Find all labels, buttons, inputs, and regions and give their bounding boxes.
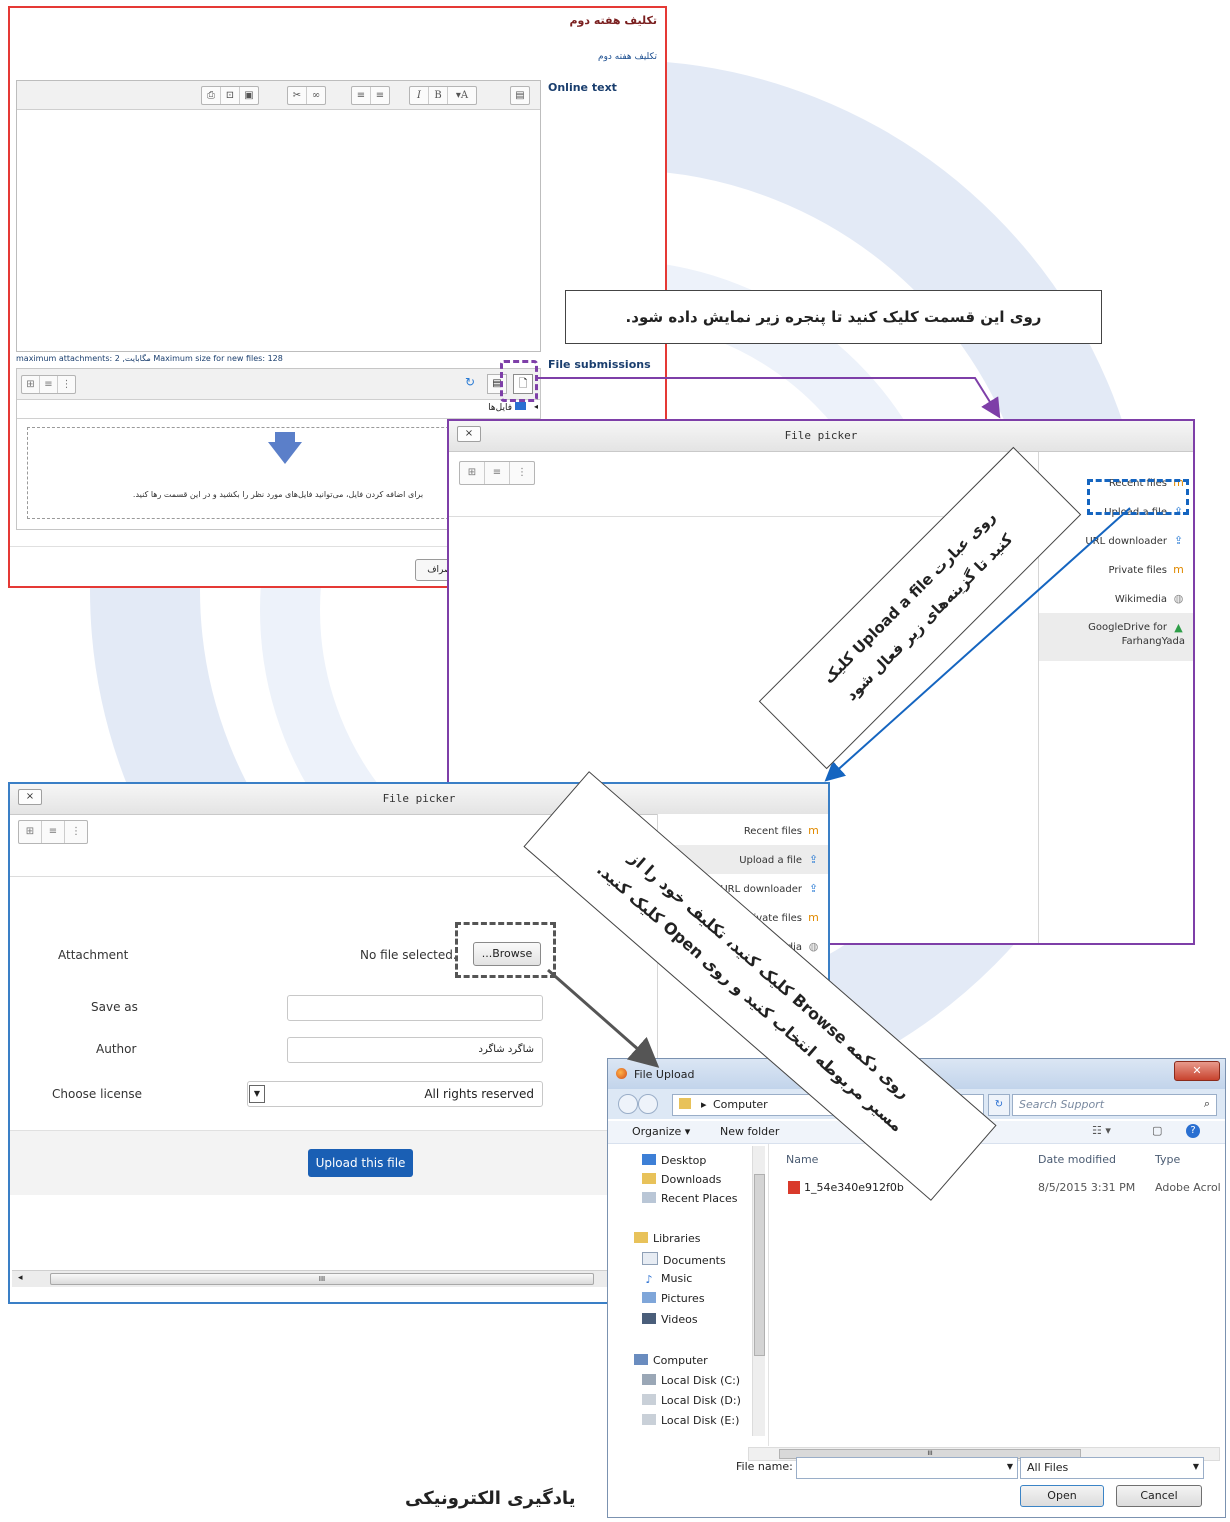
footer-caption: یادگیری الکترونیکی: [405, 1488, 576, 1509]
connector-arrows: [538, 377, 1131, 1068]
arrow-to-file-dialog: [547, 968, 660, 1068]
arrow-to-file-picker: [538, 377, 1001, 419]
